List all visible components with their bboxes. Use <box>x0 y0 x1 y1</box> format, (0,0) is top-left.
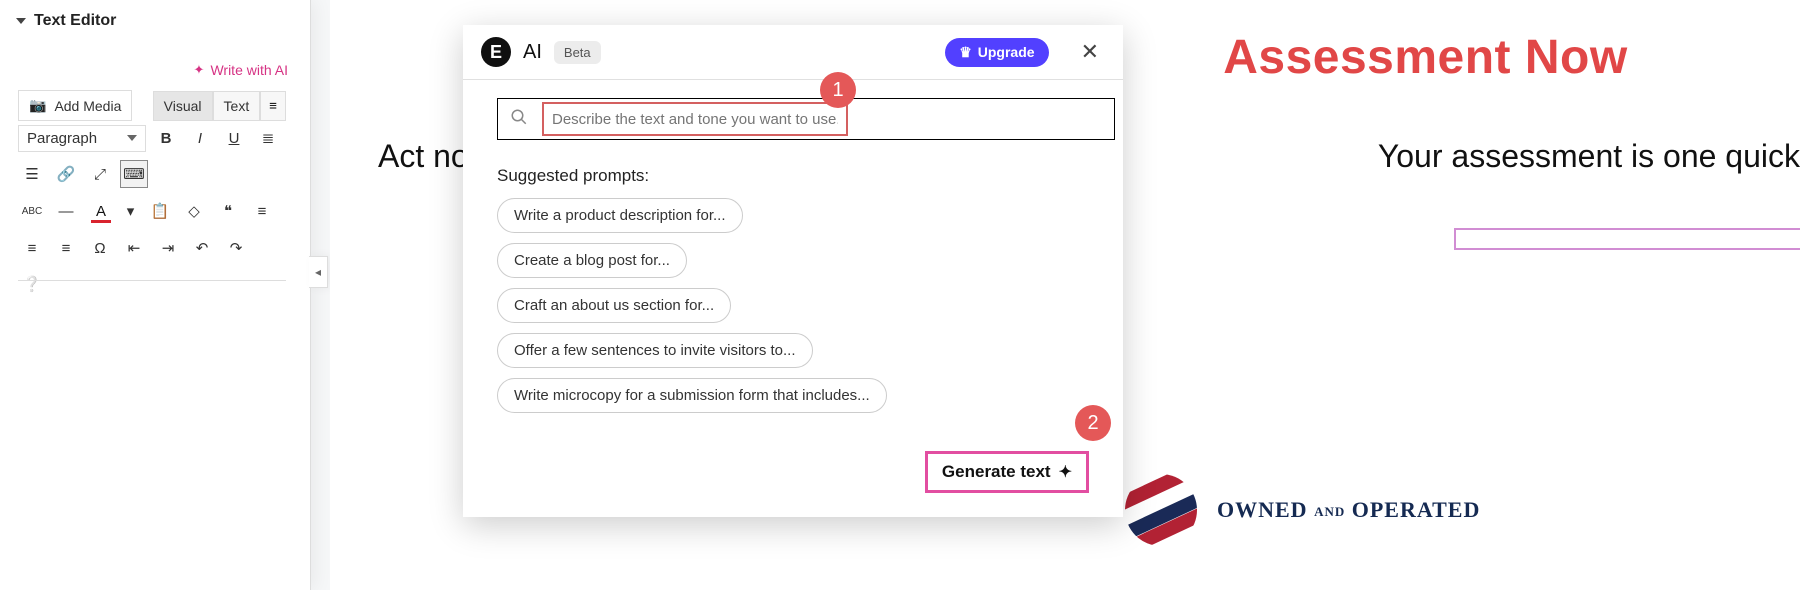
prompt-pill[interactable]: Write microcopy for a submission form th… <box>497 378 887 413</box>
tab-settings-icon[interactable]: ≡ <box>260 91 286 121</box>
upgrade-button[interactable]: ♛ Upgrade <box>945 38 1048 67</box>
unlink-button[interactable]: ⤢ <box>86 160 114 188</box>
suggested-prompts-list: Write a product description for... Creat… <box>497 198 1089 413</box>
generate-row: Generate text ✦ <box>497 451 1089 493</box>
caret-down-icon <box>16 18 26 24</box>
tinymce-toolbar: Paragraph B I U ≣ ☰ 🔗 ⤢ ⌨ ABC — A ▾ 📋 ◇ … <box>18 124 286 306</box>
horizontal-line-button[interactable]: — <box>52 197 80 225</box>
operated-word: OPERATED <box>1352 497 1481 522</box>
chevron-down-icon <box>127 135 137 141</box>
editor-panel: Text Editor ✦ Write with AI 📷 Add Media … <box>0 0 311 590</box>
write-with-ai-label: Write with AI <box>210 62 288 78</box>
prompt-field[interactable] <box>497 98 1115 140</box>
flag-logo-icon <box>1125 474 1197 546</box>
beta-badge: Beta <box>554 41 601 64</box>
sparkle-icon: ✦ <box>194 62 205 78</box>
and-word: AND <box>1314 504 1345 519</box>
callout-badge-2: 2 <box>1075 405 1111 441</box>
close-icon: ✕ <box>1081 39 1099 64</box>
italic-button[interactable]: I <box>186 124 214 152</box>
prompt-pill[interactable]: Offer a few sentences to invite visitors… <box>497 333 813 368</box>
editor-content-area[interactable] <box>18 280 286 511</box>
align-center-button[interactable]: ≡ <box>18 234 46 262</box>
owned-word: OWNED <box>1217 497 1308 522</box>
add-media-button[interactable]: 📷 Add Media <box>18 90 132 121</box>
add-media-row: 📷 Add Media Visual Text ≡ <box>18 90 286 121</box>
tab-visual[interactable]: Visual <box>153 91 213 121</box>
upgrade-label: Upgrade <box>978 44 1035 60</box>
special-char-button[interactable]: Ω <box>86 234 114 262</box>
prompt-input[interactable] <box>550 110 840 129</box>
collapse-panel-handle[interactable]: ◂ <box>309 256 328 288</box>
redo-button[interactable]: ↷ <box>222 234 250 262</box>
indent-button[interactable]: ⇥ <box>154 234 182 262</box>
elementor-logo-icon: E <box>481 37 511 67</box>
align-right-button[interactable]: ≡ <box>52 234 80 262</box>
camera-icon: 📷 <box>29 97 46 114</box>
toolbar-toggle-button[interactable]: ⌨ <box>120 160 148 188</box>
prompt-pill[interactable]: Write a product description for... <box>497 198 743 233</box>
ai-modal: E AI Beta ♛ Upgrade ✕ Suggested prompts:… <box>463 25 1123 517</box>
text-color-dropdown[interactable]: ▾ <box>122 197 140 225</box>
selected-widget-outline-right[interactable] <box>1454 228 1800 250</box>
panel-title: Text Editor <box>34 12 116 30</box>
tab-text[interactable]: Text <box>213 91 261 121</box>
generate-text-label: Generate text <box>942 462 1051 482</box>
paragraph-format-select[interactable]: Paragraph <box>18 125 146 152</box>
numbered-list-button[interactable]: ☰ <box>18 160 46 188</box>
ai-modal-body: Suggested prompts: Write a product descr… <box>463 80 1123 517</box>
generate-text-button[interactable]: Generate text ✦ <box>925 451 1089 493</box>
link-button[interactable]: 🔗 <box>52 160 80 188</box>
suggested-prompts-label: Suggested prompts: <box>497 166 1089 186</box>
owned-operated-text: OWNED AND OPERATED <box>1217 497 1480 523</box>
underline-button[interactable]: U <box>220 124 248 152</box>
outdent-button[interactable]: ⇤ <box>120 234 148 262</box>
crown-icon: ♛ <box>959 44 972 61</box>
ai-modal-header: E AI Beta ♛ Upgrade ✕ <box>463 25 1123 80</box>
paragraph-format-label: Paragraph <box>27 130 97 147</box>
sparkle-icon: ✦ <box>1059 462 1072 482</box>
bullet-list-button[interactable]: ≣ <box>254 124 282 152</box>
ai-modal-title: AI <box>523 41 542 64</box>
blockquote-button[interactable]: ❝ <box>214 197 242 225</box>
search-icon <box>510 108 528 131</box>
align-left-button[interactable]: ≡ <box>248 197 276 225</box>
prompt-input-highlight <box>542 102 848 136</box>
clear-formatting-button[interactable]: ◇ <box>180 197 208 225</box>
text-color-button[interactable]: A <box>86 196 116 226</box>
close-button[interactable]: ✕ <box>1075 38 1105 66</box>
strikethrough-button[interactable]: ABC <box>18 197 46 225</box>
callout-badge-1: 1 <box>820 72 856 108</box>
prompt-pill[interactable]: Create a blog post for... <box>497 243 687 278</box>
panel-header[interactable]: Text Editor <box>0 0 310 42</box>
write-with-ai-link[interactable]: ✦ Write with AI <box>194 62 288 78</box>
prompt-pill[interactable]: Craft an about us section for... <box>497 288 731 323</box>
bold-button[interactable]: B <box>152 124 180 152</box>
paste-button[interactable]: 📋 <box>146 197 174 225</box>
editor-mode-tabs: Visual Text ≡ <box>153 91 286 121</box>
headline-right-fragment: Assessment Now <box>1223 31 1627 84</box>
subhead-right-fragment: Your assessment is one quick <box>1378 138 1800 175</box>
owned-operated-badge: OWNED AND OPERATED <box>1125 474 1480 546</box>
add-media-label: Add Media <box>54 98 121 114</box>
undo-button[interactable]: ↶ <box>188 234 216 262</box>
